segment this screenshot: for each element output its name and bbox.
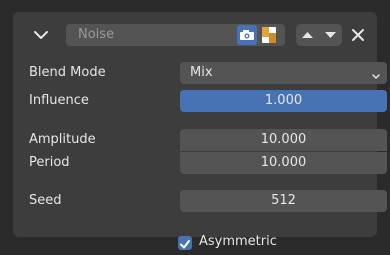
noise-modifier-panel: Noise Blend Mode Mix Influence 1.000 Amp… xyxy=(13,12,387,237)
influence-slider[interactable]: 1.000 xyxy=(180,90,387,112)
asymmetric-label: Asymmetric xyxy=(199,234,277,249)
influence-value: 1.000 xyxy=(264,93,303,108)
chevron-down-icon xyxy=(371,68,381,80)
period-value: 10.000 xyxy=(260,155,307,170)
amplitude-label: Amplitude xyxy=(29,132,96,147)
camera-icon[interactable] xyxy=(237,25,257,45)
seed-value: 512 xyxy=(271,193,296,208)
seed-field[interactable]: 512 xyxy=(180,190,387,212)
seed-label: Seed xyxy=(29,193,62,208)
amplitude-value: 10.000 xyxy=(260,132,307,147)
move-buttons xyxy=(296,24,342,46)
blend-mode-dropdown[interactable]: Mix xyxy=(180,62,387,84)
blend-mode-value: Mix xyxy=(190,65,213,80)
blend-mode-label: Blend Mode xyxy=(29,65,106,80)
render-icon[interactable] xyxy=(259,25,279,45)
close-icon[interactable] xyxy=(349,26,367,44)
modifier-name-text: Noise xyxy=(78,27,115,42)
panel-header: Noise xyxy=(13,12,377,58)
asymmetric-checkbox[interactable] xyxy=(178,236,192,250)
influence-label: Influence xyxy=(29,93,89,108)
period-label: Period xyxy=(29,155,70,170)
chevron-up-icon[interactable] xyxy=(296,24,319,46)
chevron-down-icon[interactable] xyxy=(33,27,49,43)
chevron-down-icon[interactable] xyxy=(319,24,342,46)
period-field[interactable]: 10.000 xyxy=(180,152,387,174)
amplitude-field[interactable]: 10.000 xyxy=(180,129,387,151)
